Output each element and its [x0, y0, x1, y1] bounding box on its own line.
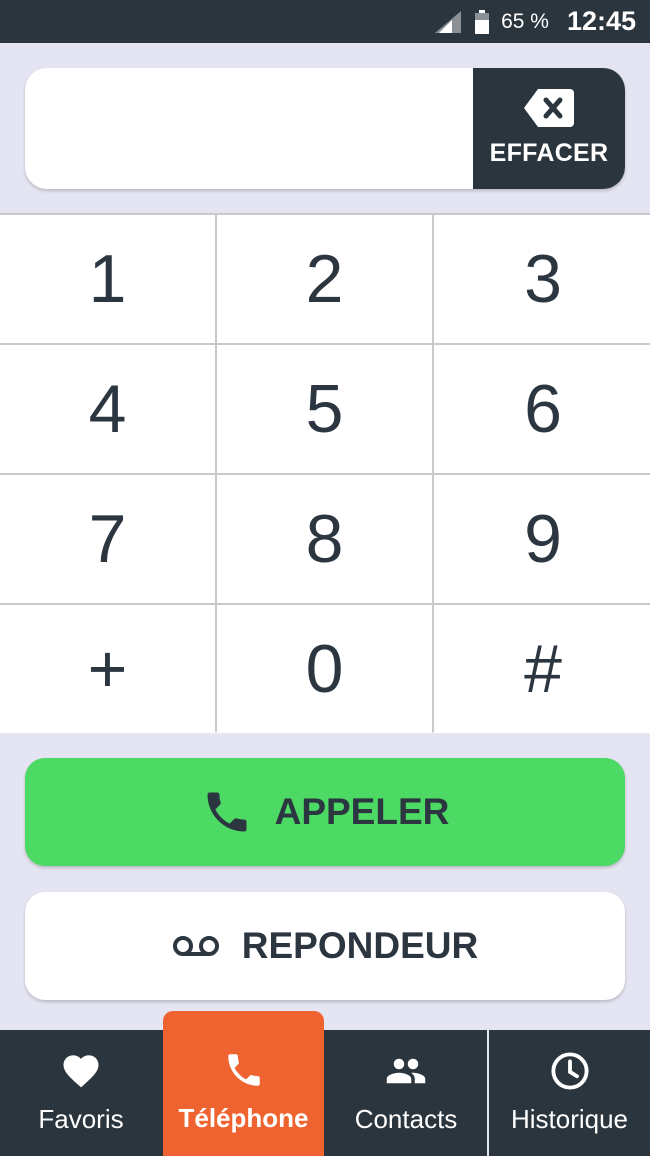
- people-icon: [386, 1058, 426, 1084]
- clear-button-label: EFFACER: [489, 139, 609, 167]
- battery-percent: 65 %: [501, 9, 549, 33]
- nav-item-label: Téléphone: [178, 1103, 309, 1133]
- voicemail-button-label: REPONDEUR: [241, 925, 479, 966]
- clear-button[interactable]: EFFACER: [473, 68, 625, 189]
- phone-icon: [227, 1054, 260, 1086]
- key-8[interactable]: 8: [217, 475, 432, 603]
- key-2[interactable]: 2: [217, 215, 432, 343]
- call-button[interactable]: APPELER: [25, 758, 625, 866]
- key-5[interactable]: 5: [217, 345, 432, 473]
- battery-icon: [475, 9, 490, 34]
- call-button-label: APPELER: [274, 791, 450, 832]
- key-3[interactable]: 3: [434, 215, 650, 343]
- status-bar: 65 % 12:45: [0, 0, 650, 43]
- key-7[interactable]: 7: [0, 475, 215, 603]
- key-1[interactable]: 1: [0, 215, 215, 343]
- dial-keypad: 1 2 3 4 5 6 7 8 9 + 0 #: [0, 213, 650, 733]
- clock-icon: [550, 1052, 589, 1090]
- key-6[interactable]: 6: [434, 345, 650, 473]
- bottom-navigation: Favoris Téléphone Contacts Historique: [0, 1011, 650, 1156]
- key-plus[interactable]: +: [0, 605, 215, 733]
- phone-number-input[interactable]: [25, 68, 473, 189]
- number-display: EFFACER: [25, 68, 625, 189]
- nav-item-label: Historique: [510, 1104, 629, 1134]
- key-0[interactable]: 0: [217, 605, 432, 733]
- key-9[interactable]: 9: [434, 475, 650, 603]
- backspace-icon: [524, 89, 574, 127]
- voicemail-button[interactable]: REPONDEUR: [25, 892, 625, 1000]
- signal-icon: [435, 10, 462, 33]
- nav-item-label: Contacts: [354, 1104, 458, 1134]
- key-hash[interactable]: #: [434, 605, 650, 733]
- nav-item-telephone[interactable]: Téléphone: [163, 1011, 324, 1156]
- nav-item-contacts[interactable]: Contacts: [325, 1030, 487, 1156]
- heart-icon: [63, 1055, 99, 1088]
- key-4[interactable]: 4: [0, 345, 215, 473]
- phone-icon: [207, 792, 247, 832]
- nav-item-label: Favoris: [38, 1104, 124, 1134]
- clock-time: 12:45: [566, 6, 636, 36]
- nav-item-favoris[interactable]: Favoris: [0, 1030, 162, 1156]
- nav-item-historique[interactable]: Historique: [489, 1030, 650, 1156]
- voicemail-icon: [172, 936, 219, 956]
